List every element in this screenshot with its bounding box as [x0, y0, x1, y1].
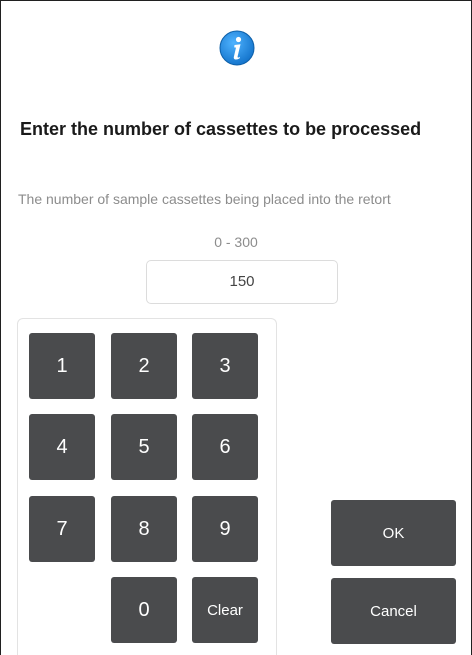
key-2[interactable]: 2 [111, 333, 177, 399]
key-8[interactable]: 8 [111, 496, 177, 562]
key-6[interactable]: 6 [192, 414, 258, 480]
cancel-button[interactable]: Cancel [331, 578, 456, 644]
key-0[interactable]: 0 [111, 577, 177, 643]
key-4[interactable]: 4 [29, 414, 95, 480]
info-icon [219, 30, 255, 66]
key-7[interactable]: 7 [29, 496, 95, 562]
dialog-description: The number of sample cassettes being pla… [18, 191, 391, 207]
key-9[interactable]: 9 [192, 496, 258, 562]
dialog-title: Enter the number of cassettes to be proc… [20, 119, 422, 139]
clear-button[interactable]: Clear [192, 577, 258, 643]
ok-button[interactable]: OK [331, 500, 456, 566]
key-1[interactable]: 1 [29, 333, 95, 399]
cassette-count-input[interactable]: 150 [146, 260, 338, 304]
value-range: 0 - 300 [214, 234, 258, 250]
key-3[interactable]: 3 [192, 333, 258, 399]
key-5[interactable]: 5 [111, 414, 177, 480]
